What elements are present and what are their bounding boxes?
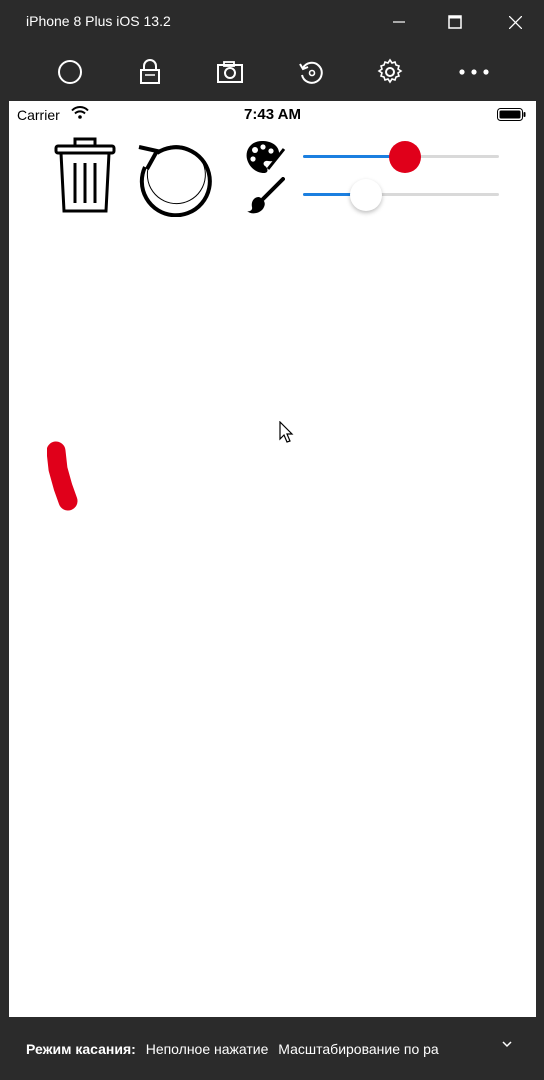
window-title: iPhone 8 Plus iOS 13.2 bbox=[26, 13, 171, 29]
brush-icon bbox=[245, 177, 285, 220]
trash-icon bbox=[54, 137, 116, 213]
undo-icon bbox=[138, 145, 212, 218]
chevron-down-icon[interactable] bbox=[502, 1040, 512, 1048]
touch-mode-label: Режим касания: bbox=[26, 1041, 136, 1057]
touch-mode-option-partial-press[interactable]: Неполное нажатие bbox=[146, 1041, 269, 1057]
screenshot-button[interactable] bbox=[210, 54, 250, 90]
lock-button[interactable] bbox=[130, 54, 170, 90]
maximize-icon bbox=[448, 15, 462, 29]
home-button[interactable] bbox=[50, 54, 90, 90]
color-slider-thumb[interactable] bbox=[388, 141, 421, 173]
width-slider[interactable] bbox=[303, 179, 499, 211]
touch-mode-bar: Режим касания: Неполное нажатие Масштаби… bbox=[0, 1018, 544, 1080]
color-slider[interactable] bbox=[303, 141, 499, 173]
close-icon bbox=[508, 15, 522, 29]
mouse-cursor-icon bbox=[279, 421, 294, 443]
touch-mode-option-scale[interactable]: Масштабирование по ра bbox=[278, 1041, 438, 1057]
undo-button[interactable] bbox=[133, 137, 213, 222]
simulator-toolbar bbox=[0, 44, 544, 100]
more-button[interactable] bbox=[454, 54, 494, 90]
clear-button[interactable] bbox=[53, 137, 117, 220]
ios-status-bar: Carrier 7:43 AM bbox=[9, 101, 536, 125]
simulator-window: iPhone 8 Plus iOS 13.2 Carrier 7:43 AM Р… bbox=[0, 0, 544, 1080]
palette-icon bbox=[244, 139, 286, 182]
more-icon bbox=[459, 69, 489, 75]
home-circle-icon bbox=[58, 60, 82, 84]
device-screen[interactable]: Carrier 7:43 AM bbox=[9, 101, 536, 1017]
close-button[interactable] bbox=[492, 0, 538, 44]
camera-icon bbox=[217, 61, 243, 83]
status-time: 7:43 AM bbox=[244, 106, 301, 123]
minimize-icon bbox=[393, 21, 405, 23]
rotate-button[interactable] bbox=[291, 54, 331, 90]
lock-icon bbox=[140, 59, 160, 84]
drawn-stroke bbox=[47, 441, 78, 511]
minimize-button[interactable] bbox=[376, 0, 422, 44]
battery-icon bbox=[497, 108, 526, 121]
title-bar: iPhone 8 Plus iOS 13.2 bbox=[0, 0, 544, 44]
gear-icon bbox=[377, 58, 403, 84]
maximize-button[interactable] bbox=[432, 0, 478, 44]
touch-mode-row: Режим касания: Неполное нажатие Масштаби… bbox=[26, 1041, 491, 1057]
rotate-icon bbox=[299, 61, 323, 84]
width-slider-thumb[interactable] bbox=[349, 179, 382, 211]
settings-button[interactable] bbox=[370, 54, 410, 90]
